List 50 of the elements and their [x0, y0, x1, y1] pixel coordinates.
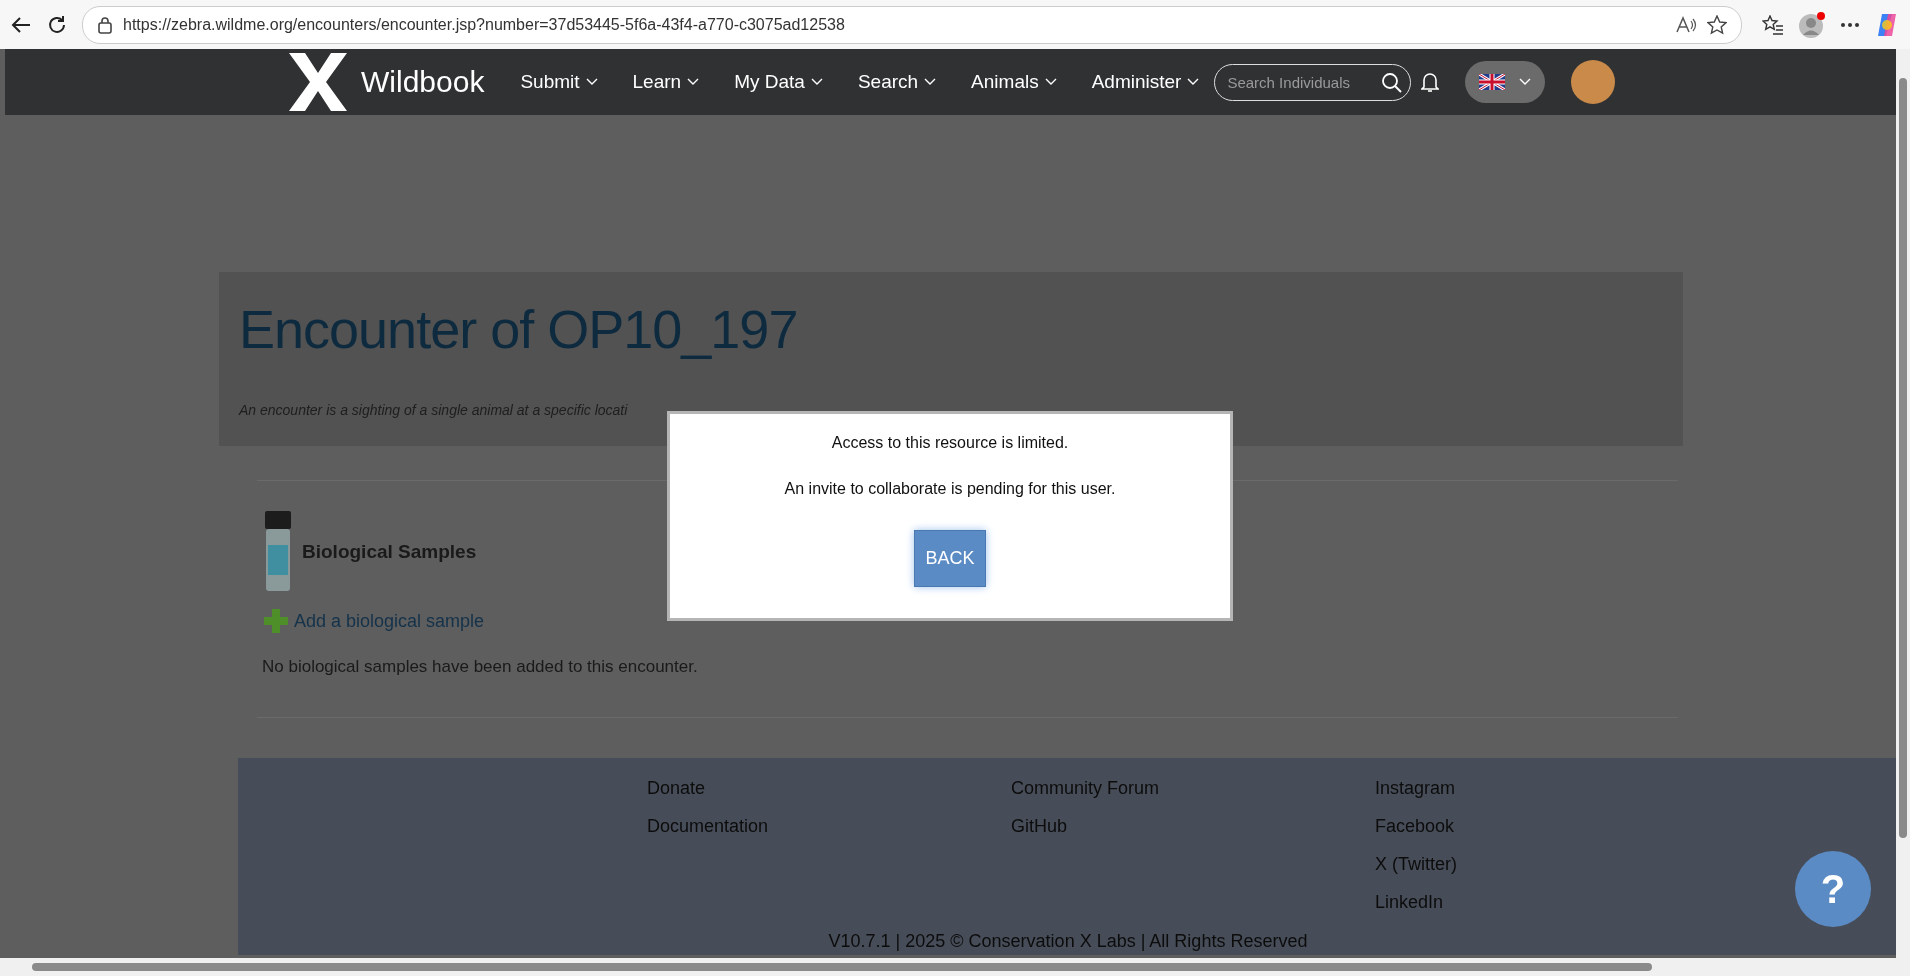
nav-menu-item[interactable]: Learn — [632, 71, 700, 93]
nav-menu-item[interactable]: Search — [857, 71, 937, 93]
footer-link[interactable]: Facebook — [1375, 814, 1739, 838]
modal-message: Access to this resource is limited. — [831, 434, 1069, 452]
modal-message: An invite to collaborate is pending for this user. — [784, 480, 1116, 498]
vertical-scrollbar-thumb[interactable] — [1899, 78, 1907, 838]
caret-icon — [1519, 78, 1532, 86]
bell-icon[interactable] — [1421, 71, 1440, 93]
read-aloud-icon[interactable] — [1675, 15, 1697, 34]
brand-name[interactable]: Wildbook — [361, 65, 485, 99]
lock-icon[interactable] — [97, 15, 113, 34]
logo-x-icon[interactable] — [287, 51, 349, 113]
footer-link[interactable]: GitHub — [1011, 814, 1375, 838]
nav-menu-item[interactable]: My Data — [734, 71, 823, 93]
footer-link[interactable]: Donate — [647, 776, 1011, 800]
language-selector[interactable] — [1465, 61, 1546, 103]
search-icon[interactable] — [1381, 71, 1404, 94]
page-title: Encounter of OP10_197 — [239, 298, 799, 360]
footer-link[interactable]: Community Forum — [1011, 776, 1375, 800]
profile-icon[interactable] — [1798, 10, 1826, 39]
sample-vial-icon — [262, 511, 294, 593]
horizontal-scrollbar-thumb[interactable] — [32, 963, 1652, 971]
copyright-text: V10.7.1 | 2025 © Conservation X Labs | All Rights Reserved — [828, 931, 1308, 952]
back-arrow-icon[interactable] — [10, 14, 32, 35]
nav-menu-item[interactable]: Submit — [520, 71, 598, 93]
reload-icon[interactable] — [46, 13, 68, 36]
avatar[interactable] — [1571, 60, 1616, 104]
star-icon[interactable] — [1707, 14, 1727, 35]
section-heading: Biological Samples — [302, 541, 477, 563]
nav-menu-item[interactable]: Animals — [971, 71, 1057, 93]
favorites-icon[interactable] — [1762, 14, 1784, 35]
footer-link[interactable]: Documentation — [647, 814, 1011, 838]
footer-link[interactable]: Instagram — [1375, 776, 1739, 800]
caret-icon — [687, 78, 700, 86]
footer-link[interactable]: X (Twitter) — [1375, 852, 1739, 876]
empty-message: No biological samples have been added to this encounter. — [262, 657, 699, 677]
caret-icon — [924, 78, 937, 86]
caret-icon — [585, 78, 598, 86]
caret-icon — [1187, 78, 1200, 86]
address-bar[interactable]: https://zebra.wildme.org/encounters/encounter.jsp?number=37d53445-5f6a-43f4-a770-c3075ad12538 — [82, 5, 1742, 44]
caret-icon — [810, 78, 823, 86]
nav-menu-item[interactable]: Administer — [1091, 71, 1200, 93]
footer-link[interactable]: LinkedIn — [1375, 890, 1739, 914]
back-button[interactable]: BACK — [914, 530, 986, 587]
caret-icon — [1044, 78, 1057, 86]
url-text: https://zebra.wildme.org/encounters/encounter.jsp?number=37d53445-5f6a-43f4-a770-c3075ad12538 — [123, 15, 846, 34]
search-field[interactable]: Search Individuals — [1214, 63, 1412, 101]
flag-icon — [1479, 74, 1506, 90]
more-icon[interactable] — [1840, 21, 1860, 28]
add-sample-link[interactable]: Add a biological sample — [294, 610, 485, 632]
